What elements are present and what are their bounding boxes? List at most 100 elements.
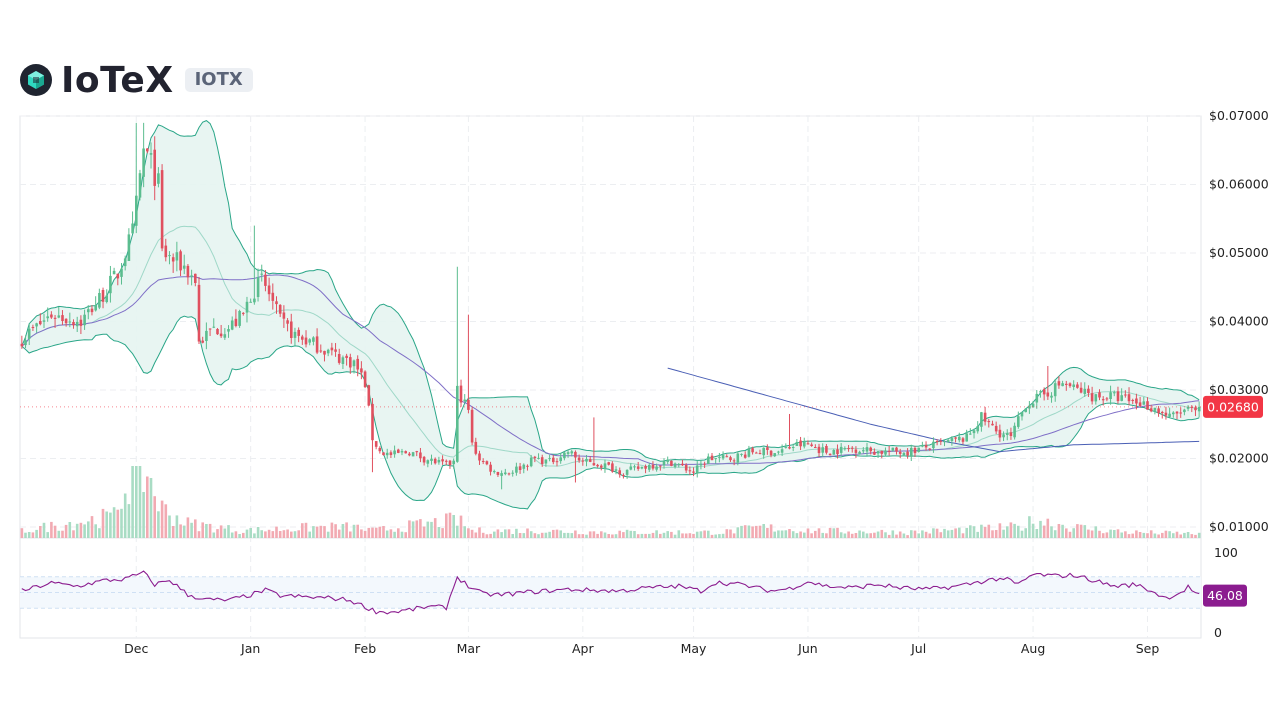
volume-bar bbox=[1057, 524, 1061, 538]
candle-body bbox=[142, 148, 145, 177]
candle-body bbox=[149, 153, 153, 155]
candle-body bbox=[1057, 381, 1061, 386]
volume-bar bbox=[1039, 520, 1042, 538]
candlestick bbox=[138, 169, 142, 201]
volume-bar bbox=[666, 531, 669, 538]
candle-body bbox=[190, 275, 193, 277]
volume-bar bbox=[312, 526, 315, 538]
volume-bar bbox=[504, 529, 507, 538]
volume-bar bbox=[219, 525, 223, 538]
volume-bar bbox=[515, 528, 518, 538]
price-chart[interactable]: $0.07000 $0.06000 $0.05000 $0.04000 $0.03000… bbox=[0, 0, 1280, 720]
candle-body bbox=[710, 455, 714, 461]
candle-body bbox=[194, 273, 197, 283]
volume-bar bbox=[972, 526, 976, 538]
volume-bar bbox=[758, 525, 762, 538]
price-axis-tick-label: $0.02000 bbox=[1209, 451, 1269, 466]
volume-bar bbox=[186, 517, 190, 538]
candle-body bbox=[1017, 416, 1020, 427]
volume-bar bbox=[526, 528, 529, 538]
volume-bar bbox=[588, 531, 592, 538]
candle-body bbox=[1116, 391, 1120, 402]
candle-body bbox=[345, 355, 348, 358]
volume-bar bbox=[75, 523, 79, 538]
candle-body bbox=[72, 322, 75, 326]
volume-bar bbox=[563, 532, 566, 538]
candlestick bbox=[367, 384, 371, 407]
candle-body bbox=[489, 464, 492, 472]
candle-body bbox=[629, 466, 633, 470]
volume-bar bbox=[27, 532, 31, 538]
volume-bar bbox=[987, 524, 991, 538]
candle-body bbox=[969, 433, 972, 435]
volume-bar bbox=[998, 523, 1002, 538]
candle-body bbox=[1035, 393, 1039, 403]
volume-bar bbox=[123, 493, 127, 538]
volume-bar bbox=[769, 524, 773, 538]
volume-bar bbox=[540, 532, 544, 538]
candle-body bbox=[588, 459, 592, 462]
candle-body bbox=[223, 334, 227, 338]
candle-body bbox=[1068, 383, 1072, 387]
volume-bar bbox=[1035, 529, 1039, 538]
candlestick bbox=[411, 451, 415, 457]
volume-bar bbox=[1020, 530, 1024, 538]
candlestick bbox=[795, 439, 799, 446]
candle-body bbox=[135, 195, 138, 226]
volume-bar bbox=[1113, 530, 1116, 538]
volume-bar bbox=[729, 529, 732, 538]
candle-body bbox=[939, 440, 943, 442]
volume-bar bbox=[1079, 524, 1083, 538]
candle-body bbox=[253, 298, 256, 303]
candle-body bbox=[1083, 388, 1087, 394]
volume-bar bbox=[880, 529, 884, 538]
candle-body bbox=[540, 457, 544, 464]
candle-body bbox=[673, 463, 677, 467]
candle-body bbox=[987, 421, 991, 423]
candle-body bbox=[90, 308, 94, 313]
volume-bar bbox=[500, 532, 503, 538]
candle-body bbox=[1161, 412, 1164, 413]
candle-body bbox=[260, 273, 263, 275]
candle-body bbox=[496, 472, 500, 475]
candle-body bbox=[980, 412, 983, 427]
volume-bar bbox=[182, 525, 186, 538]
candle-body bbox=[721, 455, 725, 459]
volume-bar bbox=[681, 533, 684, 538]
volume-bar bbox=[1153, 533, 1157, 538]
volume-bar bbox=[448, 512, 452, 538]
candle-body bbox=[116, 273, 120, 279]
candle-body bbox=[474, 441, 478, 454]
volume-bar bbox=[249, 528, 252, 538]
volume-bar bbox=[991, 530, 994, 538]
candle-body bbox=[341, 357, 345, 364]
volume-bar bbox=[260, 530, 263, 538]
candlestick bbox=[459, 379, 463, 407]
volume-bar bbox=[618, 530, 621, 538]
candle-body bbox=[87, 309, 90, 313]
candle-body bbox=[57, 315, 61, 318]
candle-body bbox=[75, 321, 79, 327]
candle-body bbox=[954, 437, 957, 439]
volume-bar bbox=[559, 530, 562, 538]
volume-bar bbox=[463, 526, 466, 538]
rsi-value-tag: 46.08 bbox=[1203, 584, 1247, 607]
candle-body bbox=[197, 284, 201, 342]
candle-body bbox=[924, 445, 928, 448]
volume-bar bbox=[507, 529, 511, 538]
volume-bar bbox=[1157, 534, 1160, 538]
candle-body bbox=[810, 444, 813, 446]
volume-bar bbox=[555, 529, 559, 538]
volume-bar bbox=[1186, 532, 1190, 538]
volume-bar bbox=[1146, 533, 1149, 538]
volume-bar bbox=[371, 527, 374, 538]
candle-body bbox=[544, 459, 548, 464]
candle-body bbox=[24, 340, 27, 346]
volume-bar bbox=[924, 531, 928, 538]
price-axis-tick-label: $0.03000 bbox=[1209, 382, 1269, 397]
candle-body bbox=[703, 463, 706, 465]
candle-body bbox=[799, 440, 802, 447]
candle-body bbox=[950, 438, 954, 441]
candle-body bbox=[814, 447, 817, 448]
volume-bar bbox=[873, 532, 876, 538]
